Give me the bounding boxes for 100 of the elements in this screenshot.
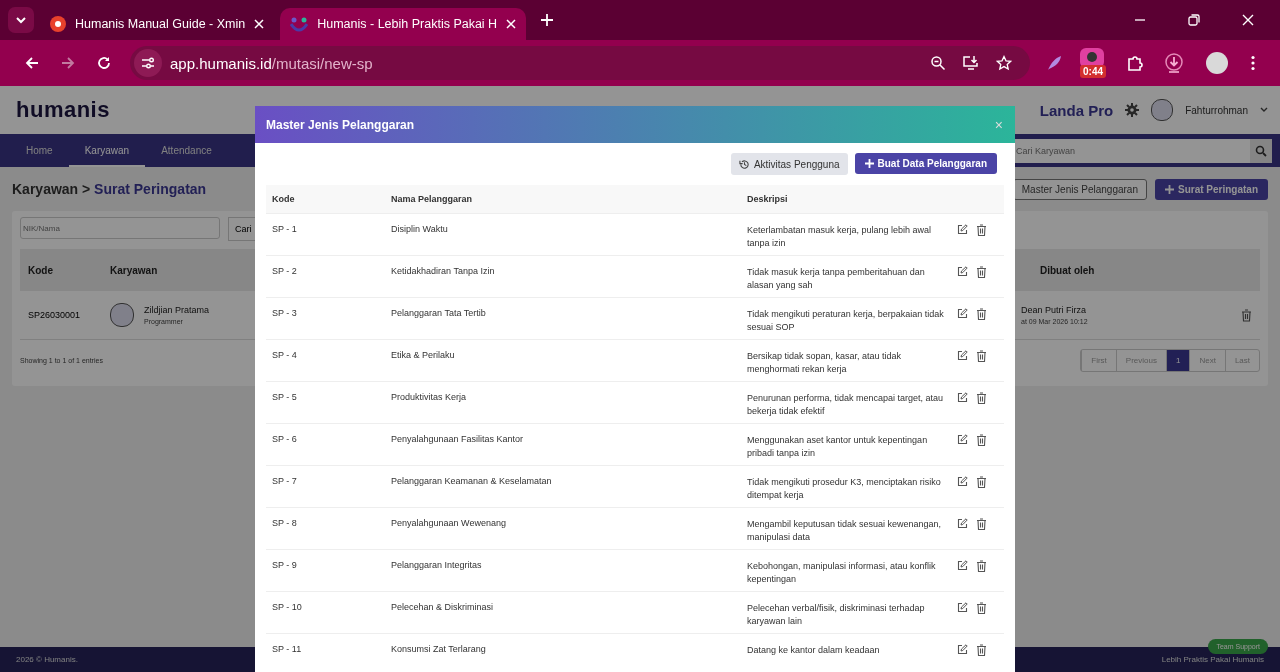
edit-icon[interactable] (957, 434, 968, 445)
create-button[interactable]: Buat Data Pelanggaran (854, 153, 997, 174)
profile-avatar[interactable] (1206, 52, 1228, 74)
back-icon[interactable] (24, 55, 40, 71)
edit-icon[interactable] (957, 476, 968, 487)
edit-icon[interactable] (957, 224, 968, 235)
table-cell-text: SP - 5 (271, 392, 298, 402)
table-cell-text: SP - 10 (271, 602, 303, 612)
trash-icon[interactable] (1241, 308, 1252, 322)
creator-name: Dean Putri Firza (1021, 305, 1088, 315)
trash-icon[interactable] (976, 350, 987, 362)
user-avatar[interactable] (1151, 99, 1174, 121)
table-cell-text: Konsumsi Zat Terlarang (391, 644, 487, 654)
trash-icon[interactable] (976, 308, 987, 320)
search-field[interactable]: NIK/Nama (20, 217, 220, 239)
plus-icon (1164, 184, 1174, 194)
trash-icon[interactable] (976, 224, 987, 236)
edit-icon[interactable] (957, 602, 968, 613)
table-cell-text: Pelanggaran Integritas (391, 560, 483, 570)
table-cell-text: SP - 1 (271, 224, 298, 234)
nav-item[interactable]: Attendance (145, 134, 228, 167)
menu-icon[interactable] (1250, 55, 1256, 71)
master-button[interactable]: Master Jenis Pelanggaran (1012, 178, 1147, 200)
edit-icon[interactable] (957, 644, 968, 655)
people-icon (290, 16, 309, 32)
download-icon[interactable] (1164, 53, 1184, 73)
add-letter-button[interactable]: Surat Peringatan (1154, 178, 1268, 200)
page-button[interactable]: 1 (1165, 349, 1190, 371)
close-tab-icon[interactable] (254, 19, 265, 29)
trash-icon[interactable] (976, 602, 987, 614)
table-cell-text: SP - 6 (271, 434, 298, 444)
table-cell-text: SP - 8 (271, 518, 298, 528)
browser-tab[interactable]: Humanis Manual Guide - Xmin (40, 8, 275, 40)
close-tab-icon[interactable] (506, 19, 517, 29)
star-icon[interactable] (996, 55, 1012, 71)
site-settings-icon[interactable] (134, 49, 162, 77)
employee-name: Zildjian Pratama (144, 305, 210, 315)
table-cell-text: SP - 11 (271, 644, 303, 654)
column-header: Deskripsi (747, 192, 789, 206)
close-icon[interactable] (1241, 13, 1255, 27)
company-name: Landa Pro (1039, 101, 1114, 119)
edit-icon[interactable] (957, 266, 968, 277)
trash-icon[interactable] (976, 518, 987, 530)
table-cell-text: Kebohongan, manipulasi informasi, atau konflik kepentingan (747, 560, 937, 586)
table-cell-text: Tidak masuk kerja tanpa pemberitahuan dan alasan yang sah (747, 266, 926, 292)
nav-item[interactable]: Home (10, 134, 69, 167)
table-cell-text: Etika & Perilaku (391, 350, 456, 360)
nav-item[interactable]: Karyawan (68, 134, 146, 167)
table-cell-text: SP - 7 (271, 476, 298, 486)
table-cell-text: SP - 4 (271, 350, 298, 360)
new-tab-icon[interactable] (540, 13, 555, 27)
edit-icon[interactable] (957, 308, 968, 319)
trash-icon[interactable] (976, 266, 987, 278)
plus-icon (864, 159, 874, 168)
camera-icon[interactable] (1080, 48, 1104, 68)
table-cell-text: Penurunan performa, tidak mencapai target, atau bekerja tidak efektif (747, 392, 945, 418)
table-cell-text: Ketidakhadiran Tanpa Izin (391, 266, 496, 276)
caret-icon[interactable] (1260, 107, 1268, 113)
table-cell-text: Disiplin Waktu (391, 224, 449, 234)
logo[interactable]: humanis (16, 97, 110, 123)
trash-icon[interactable] (976, 560, 987, 572)
puzzle-icon[interactable] (1126, 54, 1144, 72)
employee-search-field[interactable]: Cari Karyawan (1012, 138, 1250, 163)
trash-icon[interactable] (976, 644, 987, 656)
trash-icon[interactable] (976, 476, 987, 488)
table-cell-text: Datang ke kantor dalam keadaan (747, 644, 881, 657)
column-header: Kode (271, 194, 296, 204)
table-cell-text: SP - 3 (271, 308, 298, 318)
trash-icon[interactable] (976, 434, 987, 446)
table-cell-text: Mengambil keputusan tidak sesuai kewenangan, manipulasi data (747, 518, 943, 544)
reload-icon[interactable] (96, 55, 112, 71)
forward-icon[interactable] (60, 55, 76, 71)
user-menu[interactable]: Fahturrohman (1185, 104, 1248, 116)
table-cell-text: Keterlambatan masuk kerja, pulang lebih awal tanpa izin (747, 224, 933, 250)
table-cell-text: Produktivitas Kerja (391, 392, 468, 402)
trash-icon[interactable] (976, 392, 987, 404)
column-header: Kode (27, 264, 54, 276)
column-header: Nama Pelanggaran (391, 194, 474, 204)
timer-badge: 0:44 (1080, 65, 1106, 78)
table-cell-text: Pelecehan verbal/fisik, diskriminasi terhadap karyawan lain (747, 602, 926, 628)
table-cell-text: Penyalahgunaan Fasilitas Kantor (391, 434, 525, 444)
zoom-out-icon[interactable] (930, 55, 946, 71)
table-cell-text: Penyalahgunaan Wewenang (391, 518, 507, 528)
install-icon[interactable] (962, 55, 980, 71)
address-bar[interactable]: app.humanis.id/mutasi/new-sp (130, 46, 1030, 80)
restore-icon[interactable] (1187, 13, 1201, 27)
edit-icon[interactable] (957, 518, 968, 529)
tab-search-button[interactable] (8, 7, 34, 33)
search-icon[interactable] (1255, 144, 1267, 157)
caret-icon (15, 14, 27, 26)
column-header: Karyawan (110, 264, 158, 276)
settings-icon[interactable] (1125, 103, 1140, 117)
table-cell-text: SP26030001 (27, 310, 82, 320)
edit-icon[interactable] (957, 560, 968, 571)
activity-button[interactable]: Aktivitas Pengguna (730, 153, 848, 175)
edit-icon[interactable] (957, 350, 968, 361)
edit-icon[interactable] (957, 392, 968, 403)
feather-icon[interactable] (1046, 55, 1062, 71)
employee-avatar (110, 303, 134, 327)
browser-tab[interactable]: Humanis - Lebih Praktis Pakai H (280, 8, 527, 40)
